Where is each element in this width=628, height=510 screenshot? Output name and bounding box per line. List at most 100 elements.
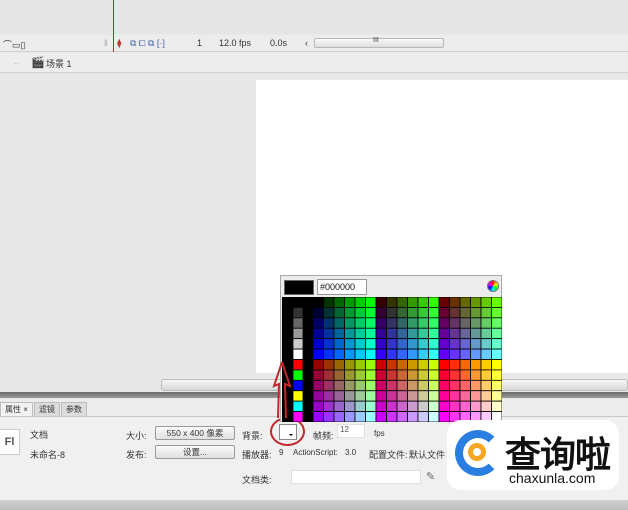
color-swatch[interactable] — [344, 307, 356, 319]
color-swatch[interactable] — [480, 390, 492, 402]
color-swatch[interactable] — [323, 400, 335, 412]
color-swatch[interactable] — [407, 348, 419, 360]
color-swatch[interactable] — [312, 327, 324, 340]
color-swatch[interactable] — [365, 297, 377, 308]
color-swatch[interactable] — [365, 359, 377, 371]
color-swatch[interactable] — [323, 317, 335, 329]
color-swatch[interactable] — [417, 307, 429, 319]
color-swatch[interactable] — [470, 359, 482, 371]
color-swatch[interactable] — [396, 307, 408, 319]
color-swatch[interactable] — [491, 348, 503, 360]
color-swatch[interactable] — [344, 338, 356, 350]
color-swatch[interactable] — [365, 348, 377, 360]
color-swatch[interactable] — [417, 327, 429, 340]
color-swatch[interactable] — [386, 317, 398, 329]
color-swatch[interactable] — [386, 359, 398, 371]
color-swatch[interactable] — [312, 307, 324, 319]
size-button[interactable]: 550 x 400 像素 — [155, 426, 235, 440]
color-swatch[interactable] — [323, 348, 335, 360]
color-swatch[interactable] — [470, 338, 482, 350]
color-swatch[interactable] — [375, 317, 387, 329]
color-swatch[interactable] — [312, 369, 324, 381]
color-swatch[interactable] — [417, 400, 429, 412]
color-swatch[interactable] — [386, 297, 398, 308]
color-swatch[interactable] — [344, 359, 356, 371]
color-swatch[interactable] — [375, 400, 387, 412]
color-swatch[interactable] — [396, 400, 408, 412]
layer-tools-icon[interactable]: ⌒▭▯ — [3, 38, 25, 51]
color-swatch[interactable] — [417, 338, 429, 350]
color-swatch[interactable] — [407, 390, 419, 402]
color-swatch[interactable] — [375, 411, 387, 422]
color-swatch[interactable] — [365, 307, 377, 319]
scroll-grip[interactable]: III — [373, 37, 379, 44]
color-swatch[interactable] — [470, 379, 482, 392]
swatch-left-column[interactable] — [292, 297, 304, 308]
color-swatch[interactable] — [407, 297, 419, 308]
color-swatch[interactable] — [449, 348, 461, 360]
swatch-left-column[interactable] — [292, 317, 304, 329]
color-swatch[interactable] — [438, 390, 450, 402]
color-swatch[interactable] — [333, 411, 345, 422]
color-swatch[interactable] — [386, 411, 398, 422]
color-swatch[interactable] — [312, 400, 324, 412]
color-swatch[interactable] — [354, 400, 366, 412]
color-swatch[interactable] — [386, 390, 398, 402]
pencil-icon[interactable]: ✎ — [426, 470, 435, 483]
color-swatch[interactable] — [417, 369, 429, 381]
color-swatch[interactable] — [344, 411, 356, 422]
color-swatch[interactable] — [449, 369, 461, 381]
color-swatch[interactable] — [428, 307, 440, 319]
color-swatch[interactable] — [344, 348, 356, 360]
color-swatch[interactable] — [417, 359, 429, 371]
color-swatch[interactable] — [438, 411, 450, 422]
hex-input[interactable]: #000000 — [317, 279, 367, 295]
color-swatch[interactable] — [459, 338, 471, 350]
color-swatch[interactable] — [428, 359, 440, 371]
color-swatch[interactable] — [459, 359, 471, 371]
swatch-left-column[interactable] — [292, 307, 304, 319]
color-swatch[interactable] — [354, 297, 366, 308]
color-swatch[interactable] — [323, 411, 335, 422]
color-swatch[interactable] — [407, 338, 419, 350]
color-swatch[interactable] — [428, 327, 440, 340]
color-swatch[interactable] — [396, 369, 408, 381]
color-swatch[interactable] — [480, 379, 492, 392]
color-swatch[interactable] — [491, 400, 503, 412]
color-swatch[interactable] — [365, 327, 377, 340]
color-swatch[interactable] — [438, 317, 450, 329]
color-swatch[interactable] — [365, 411, 377, 422]
color-swatch[interactable] — [480, 369, 492, 381]
color-swatch[interactable] — [354, 390, 366, 402]
color-swatch[interactable] — [449, 359, 461, 371]
color-swatch[interactable] — [333, 338, 345, 350]
color-swatch[interactable] — [480, 317, 492, 329]
color-swatch[interactable] — [312, 359, 324, 371]
color-swatch[interactable] — [491, 327, 503, 340]
color-swatch[interactable] — [470, 390, 482, 402]
color-swatch[interactable] — [365, 400, 377, 412]
color-swatch[interactable] — [396, 411, 408, 422]
color-swatch[interactable] — [491, 379, 503, 392]
color-swatch[interactable] — [312, 379, 324, 392]
color-swatch[interactable] — [459, 369, 471, 381]
color-swatch[interactable] — [417, 317, 429, 329]
color-swatch[interactable] — [375, 379, 387, 392]
scroll-left-icon[interactable]: ‹ — [305, 38, 308, 48]
color-swatch[interactable] — [407, 379, 419, 392]
color-swatch[interactable] — [459, 297, 471, 308]
color-swatch[interactable] — [375, 390, 387, 402]
color-swatch[interactable] — [491, 317, 503, 329]
swatch-left-column[interactable] — [292, 400, 304, 412]
color-swatch[interactable] — [333, 317, 345, 329]
color-swatch[interactable] — [480, 359, 492, 371]
color-swatch[interactable] — [417, 297, 429, 308]
color-swatch[interactable] — [323, 338, 335, 350]
color-swatch[interactable] — [365, 338, 377, 350]
color-swatch[interactable] — [323, 379, 335, 392]
color-wheel-icon[interactable] — [487, 280, 499, 292]
color-swatch[interactable] — [417, 411, 429, 422]
color-swatch[interactable] — [386, 307, 398, 319]
color-swatch[interactable] — [333, 307, 345, 319]
color-swatch[interactable] — [386, 369, 398, 381]
